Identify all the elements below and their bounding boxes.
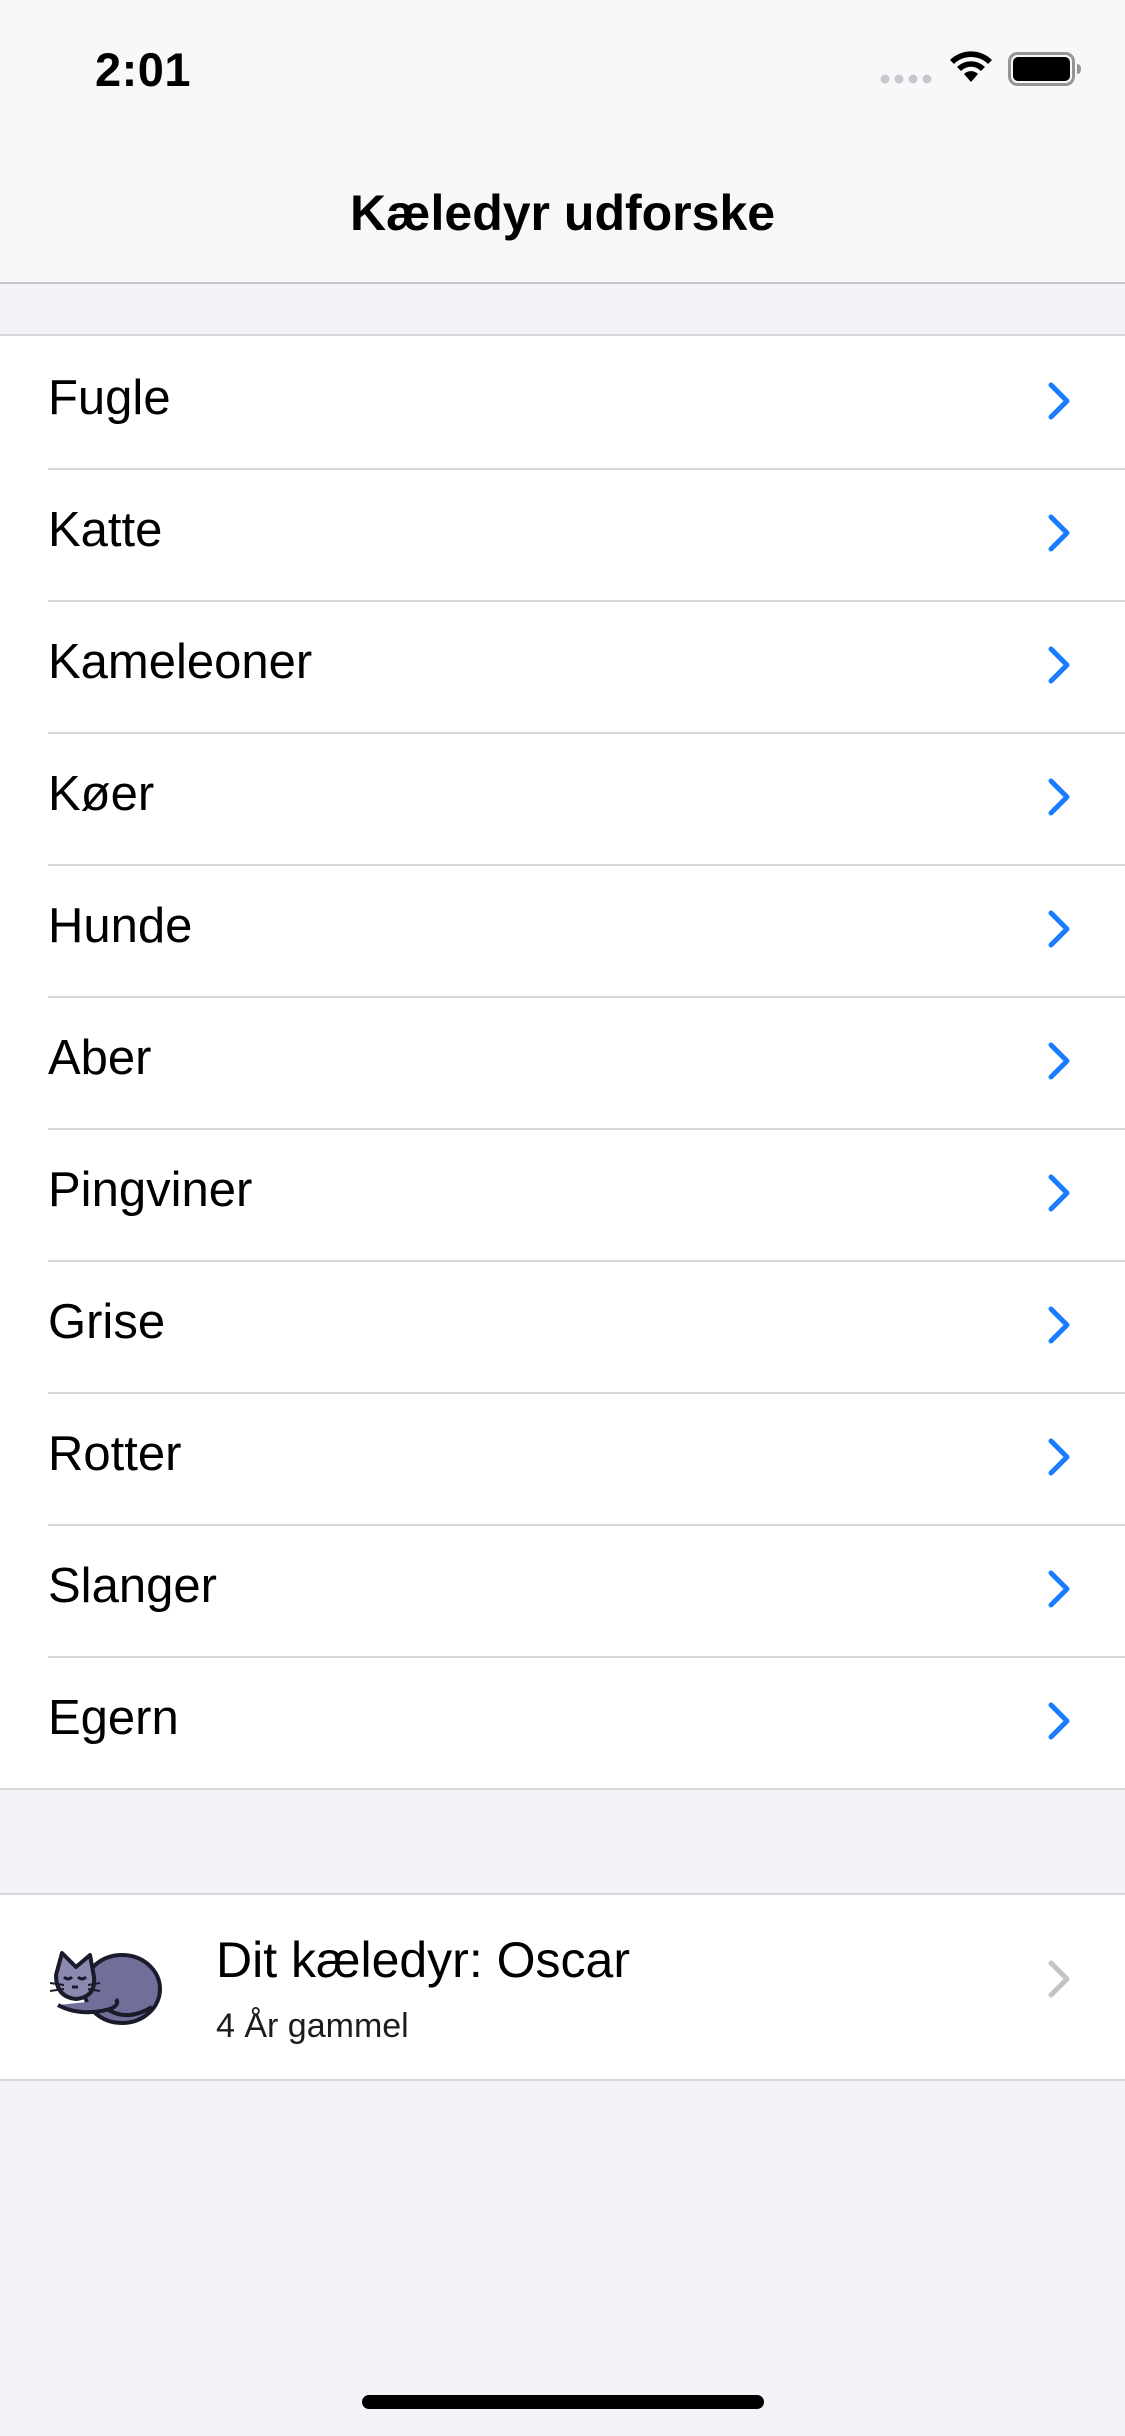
list-item-label: Slanger [48,1559,217,1613]
sleeping-cat-icon [50,1951,162,2025]
list-item-koer[interactable]: Køer [0,732,1125,864]
list-item-label: Fugle [48,371,171,425]
list-item-label: Pingviner [48,1163,253,1217]
list-item-label: Katte [48,503,163,557]
chevron-right-icon [1048,1438,1070,1476]
list-item-rotter[interactable]: Rotter [0,1392,1125,1524]
list-item-label: Aber [48,1031,152,1085]
list-item-label: Kameleoner [48,635,313,689]
chevron-right-icon [1048,514,1070,552]
chevron-right-icon [1048,778,1070,816]
pet-category-list: Fugle Katte Kameleoner Køer Hunde Aber P… [0,334,1125,1790]
navigation-bar: Kæledyr udforske [0,132,1125,284]
list-item-kameleoner[interactable]: Kameleoner [0,600,1125,732]
status-time: 2:01 [95,43,192,96]
list-item-aber[interactable]: Aber [0,996,1125,1128]
chevron-right-icon [1048,382,1070,420]
chevron-right-icon [1048,1570,1070,1608]
list-item-grise[interactable]: Grise [0,1260,1125,1392]
status-bar: 2:01 [0,0,1125,132]
my-pet-card[interactable]: Dit kæledyr: Oscar 4 År gammel [0,1893,1125,2081]
pet-age: 4 År gammel [216,2007,409,2045]
list-item-pingviner[interactable]: Pingviner [0,1128,1125,1260]
chevron-right-icon [1048,1174,1070,1212]
page-title: Kæledyr udforske [349,185,776,241]
list-item-label: Egern [48,1691,179,1745]
list-item-egern[interactable]: Egern [0,1656,1125,1788]
chevron-right-icon [1048,1042,1070,1080]
list-item-slanger[interactable]: Slanger [0,1524,1125,1656]
list-item-label: Grise [48,1295,166,1349]
list-item-label: Køer [48,767,155,821]
chevron-right-icon [1048,1306,1070,1344]
battery-icon [1008,52,1081,86]
chevron-right-icon [1048,1960,1070,1998]
chevron-right-icon [1048,910,1070,948]
list-item-hunde[interactable]: Hunde [0,864,1125,996]
list-item-label: Rotter [48,1427,182,1481]
chevron-right-icon [1048,1702,1070,1740]
pet-name: Dit kæledyr: Oscar [216,1932,630,1988]
home-indicator[interactable] [362,2395,764,2409]
wifi-icon [950,51,992,82]
list-item-katte[interactable]: Katte [0,468,1125,600]
cellular-signal-icon [880,74,932,84]
list-item-fugle[interactable]: Fugle [0,336,1125,468]
chevron-right-icon [1048,646,1070,684]
list-item-label: Hunde [48,899,193,953]
